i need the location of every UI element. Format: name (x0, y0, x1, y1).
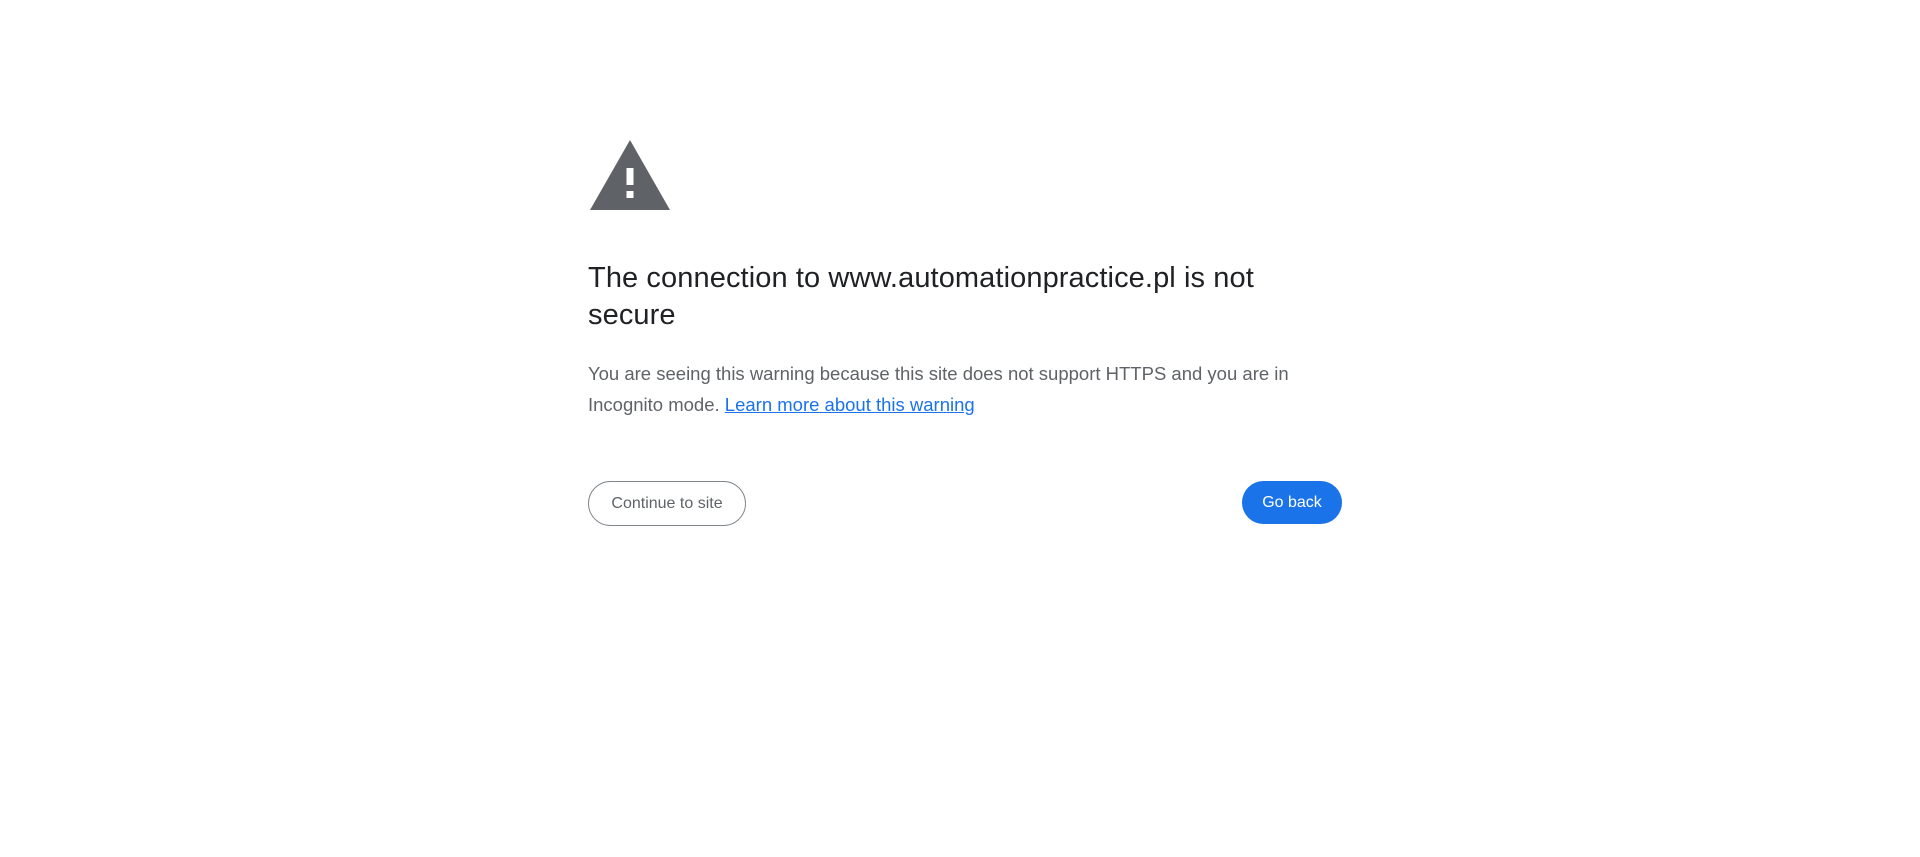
learn-more-link[interactable]: Learn more about this warning (725, 394, 975, 415)
interstitial-page: The connection to www.automationpractice… (0, 0, 1920, 857)
go-back-button[interactable]: Go back (1242, 481, 1342, 524)
warning-description: You are seeing this warning because this… (588, 358, 1343, 420)
warning-triangle-icon (588, 138, 672, 212)
page-title: The connection to www.automationpractice… (588, 262, 1254, 331)
main-message: The connection to www.automationpractice… (588, 260, 1343, 420)
continue-to-site-button[interactable]: Continue to site (588, 481, 746, 526)
